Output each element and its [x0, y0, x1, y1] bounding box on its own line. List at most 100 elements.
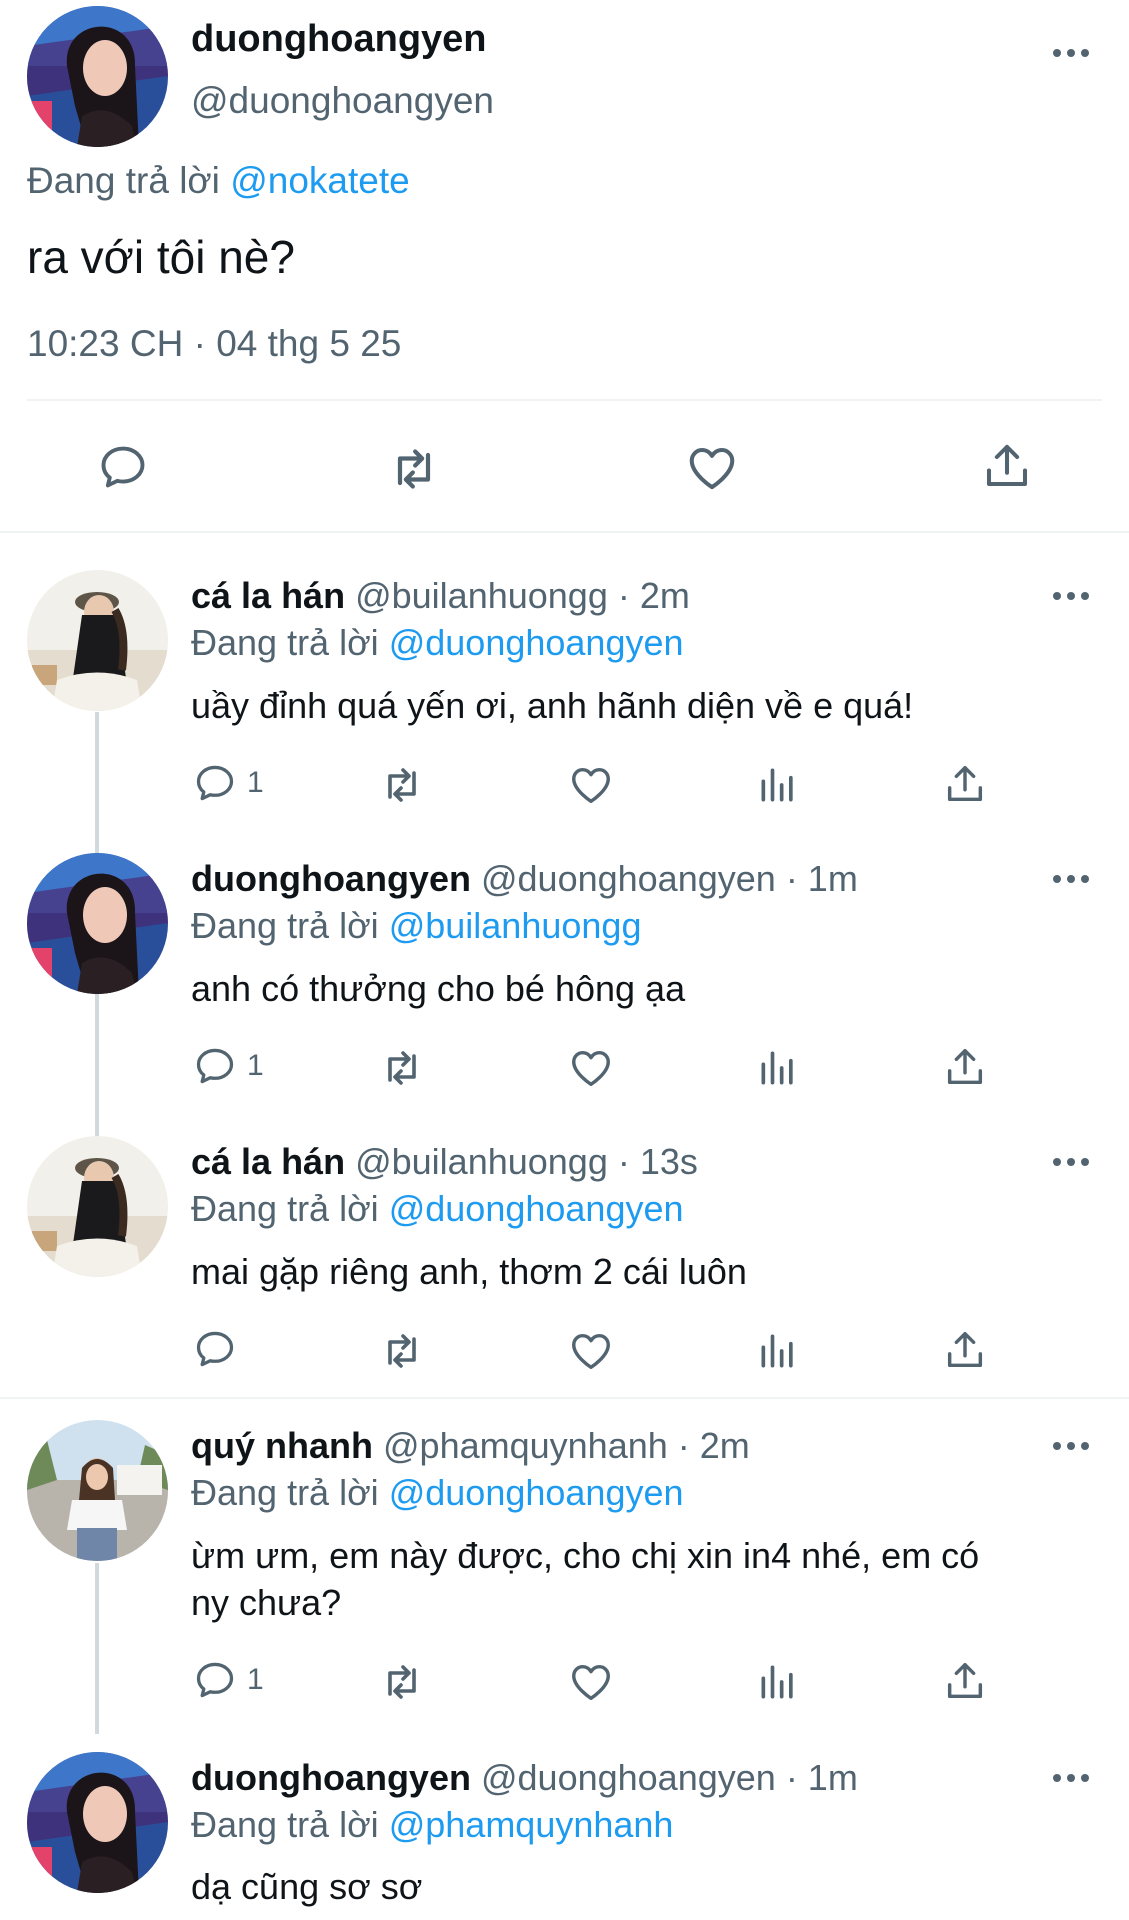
handle[interactable]: @duonghoangyen [481, 858, 776, 899]
replying-to-link[interactable]: @duonghoangyen [389, 622, 684, 663]
share-icon [942, 1327, 988, 1373]
reply-text: mai gặp riêng anh, thơm 2 cái luôn [191, 1251, 747, 1292]
handle[interactable]: @duonghoangyen [481, 1757, 776, 1798]
time: · 2m [617, 575, 690, 616]
reply-button[interactable]: 1 [193, 761, 264, 805]
reply-header: duonghoangyen @duonghoangyen · 1m [191, 1757, 858, 1799]
replying-prefix: Đang trả lời [191, 1188, 379, 1229]
views-button[interactable] [756, 1329, 800, 1373]
display-name[interactable]: duonghoangyen [191, 18, 487, 61]
retweet-icon [378, 1658, 426, 1706]
retweet-icon [378, 1327, 426, 1375]
handle[interactable]: @builanhuongg [355, 1141, 608, 1182]
avatar[interactable] [27, 1752, 168, 1893]
replying-to-link[interactable]: @builanhuongg [389, 905, 642, 946]
replying-to-link[interactable]: @nokatete [230, 160, 410, 201]
more-icon[interactable] [1053, 1156, 1089, 1168]
avatar[interactable] [27, 853, 168, 994]
more-icon[interactable] [1053, 590, 1089, 602]
retweet-button[interactable] [378, 1044, 426, 1092]
retweet-button[interactable] [378, 761, 426, 809]
like-button[interactable] [568, 762, 614, 808]
retweet-button[interactable] [386, 441, 442, 497]
reply-text-line-1: ừm ưm, em này được, cho chị xin in4 nhé,… [191, 1535, 980, 1576]
replying-to-link[interactable]: @duonghoangyen [389, 1472, 684, 1513]
replying-prefix: Đang trả lời [191, 622, 379, 663]
thread-line [95, 1563, 99, 1734]
views-icon [756, 1046, 800, 1090]
share-button[interactable] [942, 1327, 988, 1373]
like-button[interactable] [568, 1328, 614, 1374]
views-button[interactable] [756, 1660, 800, 1704]
reply-icon [193, 1044, 237, 1088]
more-icon[interactable] [1053, 1440, 1089, 1452]
retweet-button[interactable] [378, 1327, 426, 1375]
reply-header: cá la hán @builanhuongg · 2m [191, 575, 690, 617]
time: · 1m [785, 1757, 858, 1798]
share-button[interactable] [942, 1044, 988, 1090]
replying-to-line: Đang trả lời @builanhuongg [191, 905, 641, 947]
share-icon [942, 761, 988, 807]
time: · 2m [677, 1425, 750, 1466]
more-icon[interactable] [1053, 1772, 1089, 1784]
avatar[interactable] [27, 1136, 168, 1277]
views-icon [756, 1660, 800, 1704]
avatar[interactable] [27, 6, 168, 147]
replying-prefix: Đang trả lời [191, 905, 379, 946]
reply-button[interactable] [193, 1327, 247, 1371]
reply-header: cá la hán @builanhuongg · 13s [191, 1141, 698, 1183]
display-name[interactable]: duonghoangyen [191, 1757, 471, 1798]
handle[interactable]: @phamquynhanh [383, 1425, 668, 1466]
like-button[interactable] [568, 1045, 614, 1091]
like-button[interactable] [568, 1659, 614, 1705]
replying-to-link[interactable]: @phamquynhanh [389, 1804, 674, 1845]
share-button[interactable] [980, 439, 1034, 493]
replying-to-line: Đang trả lời @duonghoangyen [191, 1188, 684, 1230]
reply-icon [193, 761, 237, 805]
reply-text-line-2: ny chưa? [191, 1582, 342, 1623]
handle[interactable]: @builanhuongg [355, 575, 608, 616]
views-icon [756, 763, 800, 807]
replying-to-line: Đang trả lời @nokatete [27, 160, 410, 202]
share-button[interactable] [942, 761, 988, 807]
display-name[interactable]: cá la hán [191, 1141, 345, 1182]
avatar[interactable] [27, 570, 168, 711]
display-name[interactable]: cá la hán [191, 575, 345, 616]
views-button[interactable] [756, 1046, 800, 1090]
more-icon[interactable] [1053, 873, 1089, 885]
retweet-button[interactable] [378, 1658, 426, 1706]
reply-button[interactable]: 1 [193, 1044, 264, 1088]
replying-to-line: Đang trả lời @duonghoangyen [191, 1472, 684, 1514]
avatar[interactable] [27, 1420, 168, 1561]
replying-to-line: Đang trả lời @duonghoangyen [191, 622, 684, 664]
retweet-icon [378, 1044, 426, 1092]
share-button[interactable] [942, 1658, 988, 1704]
reply-button[interactable]: 1 [193, 1658, 264, 1702]
replying-prefix: Đang trả lời [191, 1804, 379, 1845]
like-icon [568, 1659, 614, 1705]
replying-prefix: Đang trả lời [27, 160, 220, 201]
share-icon [942, 1658, 988, 1704]
replying-to-link[interactable]: @duonghoangyen [389, 1188, 684, 1229]
views-button[interactable] [756, 763, 800, 807]
divider [27, 399, 1102, 401]
share-icon [942, 1044, 988, 1090]
reply-text: anh có thưởng cho bé hông ạa [191, 968, 686, 1009]
like-icon [568, 762, 614, 808]
time: · 13s [617, 1141, 698, 1182]
more-icon[interactable] [1053, 47, 1089, 59]
like-icon [568, 1328, 614, 1374]
handle[interactable]: @duonghoangyen [191, 80, 494, 122]
share-icon [980, 439, 1034, 493]
display-name[interactable]: quý nhanh [191, 1425, 373, 1466]
reply-header: quý nhanh @phamquynhanh · 2m [191, 1425, 750, 1467]
like-icon [568, 1045, 614, 1091]
like-button[interactable] [685, 441, 739, 495]
retweet-icon [386, 441, 442, 497]
reply-icon [193, 1658, 237, 1702]
reply-count: 1 [247, 766, 264, 799]
replying-prefix: Đang trả lời [191, 1472, 379, 1513]
reply-button[interactable] [97, 441, 149, 493]
display-name[interactable]: duonghoangyen [191, 858, 471, 899]
reply-text: uầy đỉnh quá yến ơi, anh hãnh diện về e … [191, 685, 914, 726]
